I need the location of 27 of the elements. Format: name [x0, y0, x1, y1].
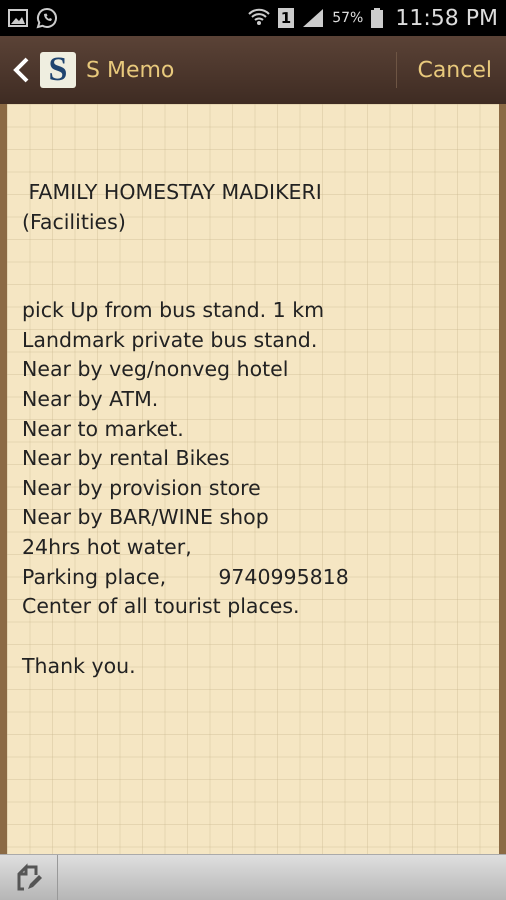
memo-line: 24hrs hot water, — [22, 534, 193, 561]
memo-line: Thank you. — [22, 652, 137, 680]
app-logo: S — [40, 52, 76, 88]
memo-line: (Facilities) — [22, 208, 127, 236]
memo-paper[interactable] — [0, 104, 506, 854]
memo-line: Near by ATM. — [22, 386, 160, 413]
chat-icon — [36, 7, 58, 29]
memo-line: FAMILY HOMESTAY MADIKERI — [28, 179, 323, 206]
memo-line: Near by rental Bikes — [22, 445, 231, 472]
wifi-icon — [248, 8, 270, 28]
app-title: S Memo — [86, 58, 174, 82]
clock: 11:58 PM — [395, 6, 498, 30]
back-icon[interactable] — [12, 57, 30, 83]
memo-line: Center of all tourist places. — [22, 593, 301, 620]
memo-line: Near by veg/nonveg hotel — [22, 356, 290, 384]
memo-line: Near by BAR/WINE shop — [22, 504, 270, 532]
gallery-icon — [8, 9, 28, 27]
memo-line: Landmark private bus stand. — [22, 326, 318, 354]
memo-line: Near by provision store — [22, 474, 262, 502]
signal-icon — [302, 8, 324, 28]
cancel-button[interactable]: Cancel — [407, 58, 492, 82]
memo-line: Near to market. — [22, 416, 185, 443]
memo-line: Parking place, 9740995818 — [22, 564, 350, 591]
sim-indicator: 1 — [278, 8, 294, 28]
battery-icon — [371, 8, 384, 28]
memo-line: pick Up from bus stand. 1 km — [22, 297, 326, 324]
battery-percent: 57% — [332, 10, 364, 26]
